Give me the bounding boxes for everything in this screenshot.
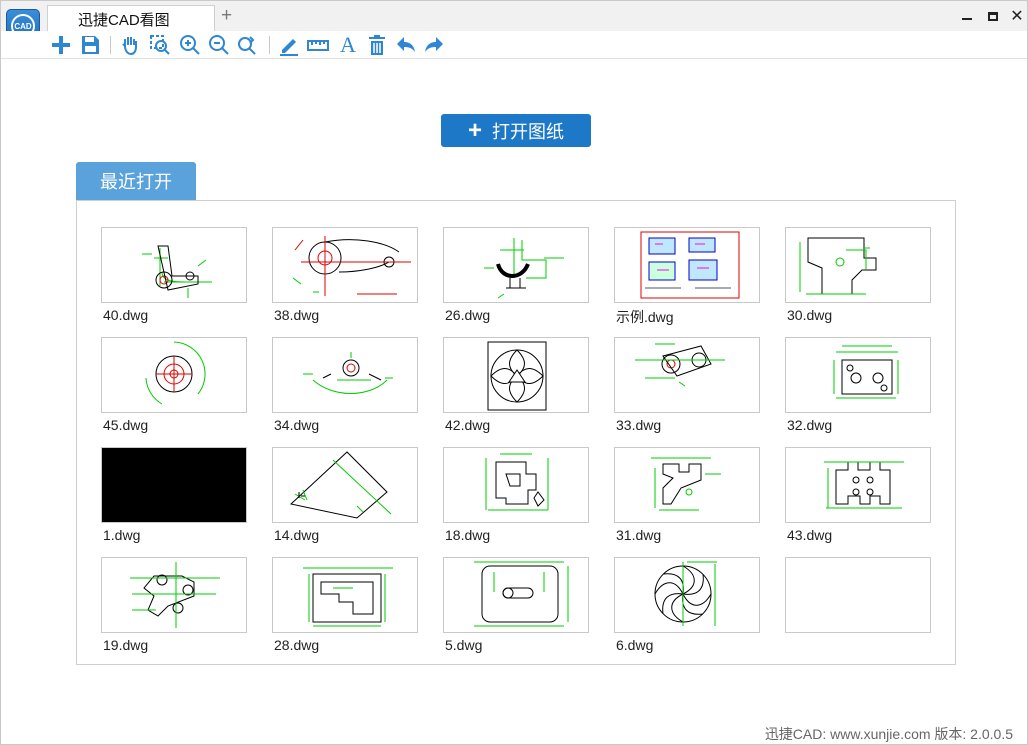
recent-file-item[interactable]: 38.dwg <box>272 227 418 327</box>
drawing-thumbnail[interactable] <box>785 227 931 303</box>
file-name: 33.dwg <box>616 417 662 433</box>
open-drawing-label: 打开图纸 <box>492 121 564 142</box>
drawing-thumbnail[interactable] <box>614 337 760 413</box>
recent-files-tab[interactable]: 最近打开 <box>76 162 196 200</box>
zoom-in-icon[interactable] <box>178 33 202 57</box>
drawing-thumbnail[interactable] <box>785 447 931 523</box>
file-name: 34.dwg <box>274 417 320 433</box>
drawing-thumbnail[interactable] <box>443 337 589 413</box>
file-name: 42.dwg <box>445 417 491 433</box>
file-name: 28.dwg <box>274 637 320 653</box>
file-name: 38.dwg <box>274 307 320 323</box>
drawing-thumbnail[interactable] <box>272 447 418 523</box>
pan-hand-icon[interactable] <box>118 33 142 57</box>
recent-file-item[interactable]: 14.dwg <box>272 447 418 547</box>
drawing-thumbnail[interactable] <box>614 557 760 633</box>
recent-file-item[interactable]: 28.dwg <box>272 557 418 657</box>
minimize-button[interactable] <box>959 8 975 24</box>
title-bar: 迅捷CAD看图 + ✕ <box>1 1 1027 32</box>
close-button[interactable]: ✕ <box>1009 8 1025 25</box>
file-name: 1.dwg <box>103 527 141 543</box>
file-name: 40.dwg <box>103 307 149 323</box>
toolbar-separator <box>110 36 111 54</box>
recent-file-item[interactable]: 42.dwg <box>443 337 589 437</box>
zoom-extents-icon[interactable] <box>235 33 259 57</box>
recent-file-item[interactable]: 19.dwg <box>101 557 247 657</box>
recent-file-item[interactable]: 45.dwg <box>101 337 247 437</box>
recent-files-tab-label: 最近打开 <box>100 172 172 192</box>
delete-icon[interactable] <box>365 33 389 57</box>
recent-file-item[interactable]: 32.dwg <box>785 337 931 437</box>
text-icon[interactable]: A <box>336 32 360 57</box>
recent-file-item[interactable] <box>785 557 931 657</box>
file-name: 18.dwg <box>445 527 491 543</box>
undo-icon[interactable] <box>394 33 418 57</box>
drawing-thumbnail[interactable] <box>785 557 931 633</box>
drawing-thumbnail[interactable] <box>443 227 589 303</box>
file-name: 43.dwg <box>787 527 833 543</box>
drawing-thumbnail[interactable] <box>101 447 247 523</box>
drawing-thumbnail[interactable] <box>272 557 418 633</box>
recent-file-item[interactable]: 43.dwg <box>785 447 931 547</box>
redo-icon[interactable] <box>422 33 446 57</box>
open-drawing-button[interactable]: + 打开图纸 <box>441 114 591 147</box>
recent-file-item[interactable]: 34.dwg <box>272 337 418 437</box>
drawing-thumbnail[interactable] <box>101 227 247 303</box>
footer-version: 迅捷CAD: www.xunjie.com 版本: 2.0.0.5 <box>764 726 1013 742</box>
file-name: 26.dwg <box>445 307 491 323</box>
file-name: 6.dwg <box>616 637 654 653</box>
drawing-thumbnail[interactable] <box>614 227 760 303</box>
maximize-button[interactable] <box>985 8 1001 24</box>
zoom-out-icon[interactable] <box>207 33 231 57</box>
recent-file-item[interactable]: 18.dwg <box>443 447 589 547</box>
file-name: 31.dwg <box>616 527 662 543</box>
drawing-thumbnail[interactable] <box>443 557 589 633</box>
drawing-thumbnail[interactable] <box>101 557 247 633</box>
save-icon[interactable] <box>78 33 102 57</box>
recent-file-item[interactable]: 6.dwg <box>614 557 760 657</box>
toolbar: A <box>1 31 1027 59</box>
drawing-thumbnail[interactable] <box>272 227 418 303</box>
recent-file-item[interactable]: 40.dwg <box>101 227 247 327</box>
document-tab-label: 迅捷CAD看图 <box>78 11 170 29</box>
file-name: 示例.dwg <box>616 309 674 325</box>
recent-files-panel: 40.dwg 38.dwg 26.dwg 示例.dwg 30.dwg 45.dwg 34.d… <box>76 200 956 665</box>
file-name: 5.dwg <box>445 637 483 653</box>
toolbar-separator <box>269 36 270 54</box>
recent-file-item[interactable]: 30.dwg <box>785 227 931 327</box>
recent-file-item[interactable]: 1.dwg <box>101 447 247 547</box>
drawing-thumbnail[interactable] <box>785 337 931 413</box>
measure-ruler-icon[interactable] <box>306 33 330 57</box>
plus-icon[interactable] <box>49 33 73 57</box>
new-tab-button[interactable]: + <box>221 5 232 27</box>
file-name: 32.dwg <box>787 417 833 433</box>
recent-file-item[interactable]: 31.dwg <box>614 447 760 547</box>
file-name: 30.dwg <box>787 307 833 323</box>
app-window: 迅捷CAD看图 + ✕ CAD A + 打开图纸 最近打开 40.dwg 38.… <box>0 0 1028 745</box>
file-name: 19.dwg <box>103 637 149 653</box>
drawing-thumbnail[interactable] <box>443 447 589 523</box>
drawing-thumbnail[interactable] <box>101 337 247 413</box>
recent-file-item[interactable]: 示例.dwg <box>614 227 760 327</box>
drawing-thumbnail[interactable] <box>614 447 760 523</box>
markup-pen-icon[interactable] <box>277 33 301 57</box>
plus-icon: + <box>467 116 482 144</box>
document-tab[interactable]: 迅捷CAD看图 <box>47 5 215 32</box>
file-name: 14.dwg <box>274 527 320 543</box>
drawing-thumbnail[interactable] <box>272 337 418 413</box>
recent-file-item[interactable]: 5.dwg <box>443 557 589 657</box>
zoom-window-icon[interactable] <box>148 33 172 57</box>
recent-file-item[interactable]: 33.dwg <box>614 337 760 437</box>
recent-file-item[interactable]: 26.dwg <box>443 227 589 327</box>
file-name: 45.dwg <box>103 417 149 433</box>
